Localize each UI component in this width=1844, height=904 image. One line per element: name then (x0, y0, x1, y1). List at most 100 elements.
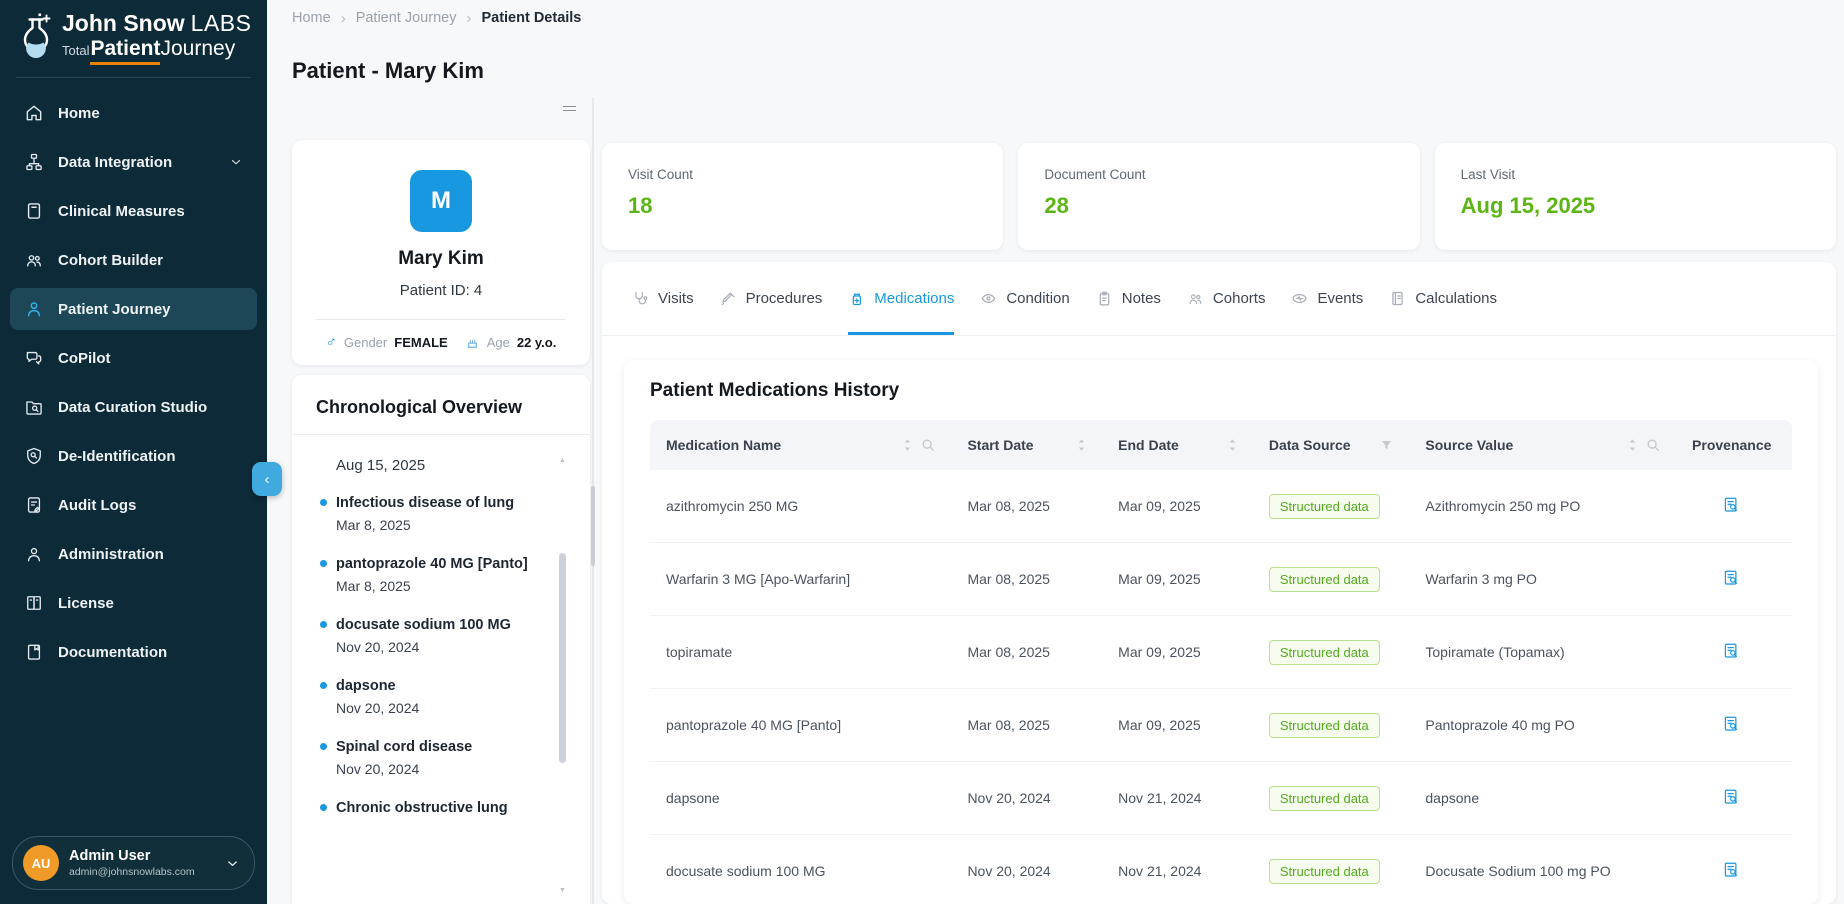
column-header[interactable]: Data Source (1253, 437, 1410, 453)
sidebar-item[interactable]: Cohort Builder (10, 239, 257, 281)
patient-name: Mary Kim (398, 248, 484, 270)
tab[interactable]: Procedures (720, 262, 823, 335)
data-curation-icon (24, 397, 44, 417)
timeline-dot-icon (320, 621, 327, 628)
tab[interactable]: Notes (1096, 262, 1161, 335)
column-header[interactable]: Provenance (1676, 437, 1792, 453)
timeline-event[interactable]: Chronic obstructive lung (320, 799, 546, 818)
search-icon[interactable] (921, 438, 935, 452)
tab[interactable]: Events (1291, 262, 1363, 335)
sidebar-item[interactable]: De-Identification (10, 435, 257, 477)
medications-icon (848, 290, 865, 307)
data-source-cell: Structured data (1253, 640, 1410, 665)
table-row[interactable]: pantoprazole 40 MG [Panto] Mar 08, 2025 … (650, 689, 1792, 762)
source-value-cell: Azithromycin 250 mg PO (1409, 498, 1676, 514)
sidebar-item[interactable]: CoPilot (10, 337, 257, 379)
stat-label: Document Count (1044, 167, 1393, 182)
end-date-cell: Mar 09, 2025 (1102, 644, 1253, 660)
column-header[interactable]: Source Value (1409, 437, 1676, 453)
timeline-dot-icon (320, 560, 327, 567)
notes-icon (1096, 290, 1113, 307)
sort-icon[interactable] (1077, 438, 1086, 452)
table-row[interactable]: azithromycin 250 MG Mar 08, 2025 Mar 09,… (650, 470, 1792, 543)
sidebar-item[interactable]: Administration (10, 533, 257, 575)
timeline-event[interactable]: Spinal cord disease Nov 20, 2024 (320, 738, 546, 777)
timeline-scrollbar-thumb[interactable] (559, 553, 566, 763)
provenance-icon[interactable] (1722, 496, 1740, 514)
gender-icon: ♂ (326, 335, 337, 350)
panel-collapse-icon[interactable] (292, 106, 590, 122)
start-date-cell: Nov 20, 2024 (951, 790, 1102, 806)
tab[interactable]: Condition (980, 262, 1069, 335)
medications-table-card: Patient Medications History Medication N… (624, 360, 1818, 904)
timeline-event[interactable]: docusate sodium 100 MG Nov 20, 2024 (320, 616, 546, 655)
breadcrumb-home[interactable]: Home (292, 10, 331, 26)
sidebar-item[interactable]: Home (10, 92, 257, 134)
filter-icon[interactable] (1380, 439, 1393, 452)
age-cake-icon (465, 335, 480, 350)
column-header[interactable]: End Date (1102, 437, 1253, 453)
timeline-dot-icon (320, 499, 327, 506)
provenance-icon[interactable] (1722, 642, 1740, 660)
provenance-cell (1676, 861, 1792, 882)
scroll-up-icon[interactable]: ▲ (559, 457, 566, 464)
provenance-icon[interactable] (1722, 861, 1740, 879)
end-date-cell: Mar 09, 2025 (1102, 717, 1253, 733)
provenance-icon[interactable] (1722, 788, 1740, 806)
sidebar-item[interactable]: Patient Journey (10, 288, 257, 330)
license-icon (24, 593, 44, 613)
sidebar: John SnowLABS TotalPatientJourney Home D… (0, 0, 267, 904)
sidebar-item[interactable]: Clinical Measures (10, 190, 257, 232)
sidebar-nav: Home Data Integration Clinical Measures … (0, 82, 267, 836)
tabs-row: Visits Procedures Medications Condition (602, 262, 1836, 336)
patient-summary-card: M Mary Kim Patient ID: 4 ♂ Gender FEMALE… (292, 140, 590, 365)
tab[interactable]: Medications (848, 262, 954, 335)
sort-icon[interactable] (903, 438, 912, 452)
resizer-handle-icon[interactable] (591, 486, 595, 566)
data-source-cell: Structured data (1253, 567, 1410, 592)
provenance-icon[interactable] (1722, 715, 1740, 733)
audit-logs-icon (24, 495, 44, 515)
app-logo[interactable]: John SnowLABS TotalPatientJourney (0, 0, 267, 73)
search-icon[interactable] (1646, 438, 1660, 452)
provenance-icon[interactable] (1722, 569, 1740, 587)
table-row[interactable]: Warfarin 3 MG [Apo-Warfarin] Mar 08, 202… (650, 543, 1792, 616)
chronological-overview-title: Chronological Overview (292, 375, 590, 434)
tab[interactable]: Cohorts (1187, 262, 1266, 335)
patient-detail-panel: Visits Procedures Medications Condition (602, 262, 1836, 904)
breadcrumb-patient-journey[interactable]: Patient Journey (356, 10, 457, 26)
table-row[interactable]: topiramate Mar 08, 2025 Mar 09, 2025 Str… (650, 616, 1792, 689)
main-content: Home › Patient Journey › Patient Details… (267, 0, 1844, 904)
medication-name-cell: azithromycin 250 MG (650, 498, 951, 514)
sort-icon[interactable] (1628, 438, 1637, 452)
column-header[interactable]: Medication Name (650, 437, 951, 453)
scroll-down-icon[interactable]: ▼ (559, 887, 566, 894)
sidebar-item[interactable]: Data Integration (10, 141, 257, 183)
calculations-icon (1389, 290, 1406, 307)
timeline-event[interactable]: dapsone Nov 20, 2024 (320, 677, 546, 716)
panel-resizer[interactable] (592, 98, 594, 904)
procedures-icon (720, 290, 737, 307)
data-source-cell: Structured data (1253, 859, 1410, 884)
sort-icon[interactable] (1228, 438, 1237, 452)
patient-avatar: M (410, 170, 472, 232)
documentation-icon (24, 642, 44, 662)
column-header[interactable]: Start Date (951, 437, 1102, 453)
tab[interactable]: Visits (632, 262, 694, 335)
tab[interactable]: Calculations (1389, 262, 1497, 335)
sidebar-item[interactable]: Audit Logs (10, 484, 257, 526)
timeline-event[interactable]: pantoprazole 40 MG [Panto] Mar 8, 2025 (320, 555, 546, 594)
user-menu[interactable]: AU Admin User admin@johnsnowlabs.com (12, 836, 255, 890)
provenance-cell (1676, 569, 1792, 590)
sidebar-collapse-button[interactable]: ‹ (252, 462, 282, 496)
sidebar-item[interactable]: Documentation (10, 631, 257, 673)
chevron-left-icon: ‹ (265, 471, 270, 488)
table-row[interactable]: dapsone Nov 20, 2024 Nov 21, 2024 Struct… (650, 762, 1792, 835)
timeline-list: Aug 15, 2025 Infectious disease of lung … (292, 435, 590, 818)
sidebar-item[interactable]: Data Curation Studio (10, 386, 257, 428)
avatar: AU (23, 845, 59, 881)
table-row[interactable]: docusate sodium 100 MG Nov 20, 2024 Nov … (650, 835, 1792, 904)
timeline-event[interactable]: Infectious disease of lung Mar 8, 2025 (320, 494, 546, 533)
medication-name-cell: dapsone (650, 790, 951, 806)
sidebar-item[interactable]: License (10, 582, 257, 624)
